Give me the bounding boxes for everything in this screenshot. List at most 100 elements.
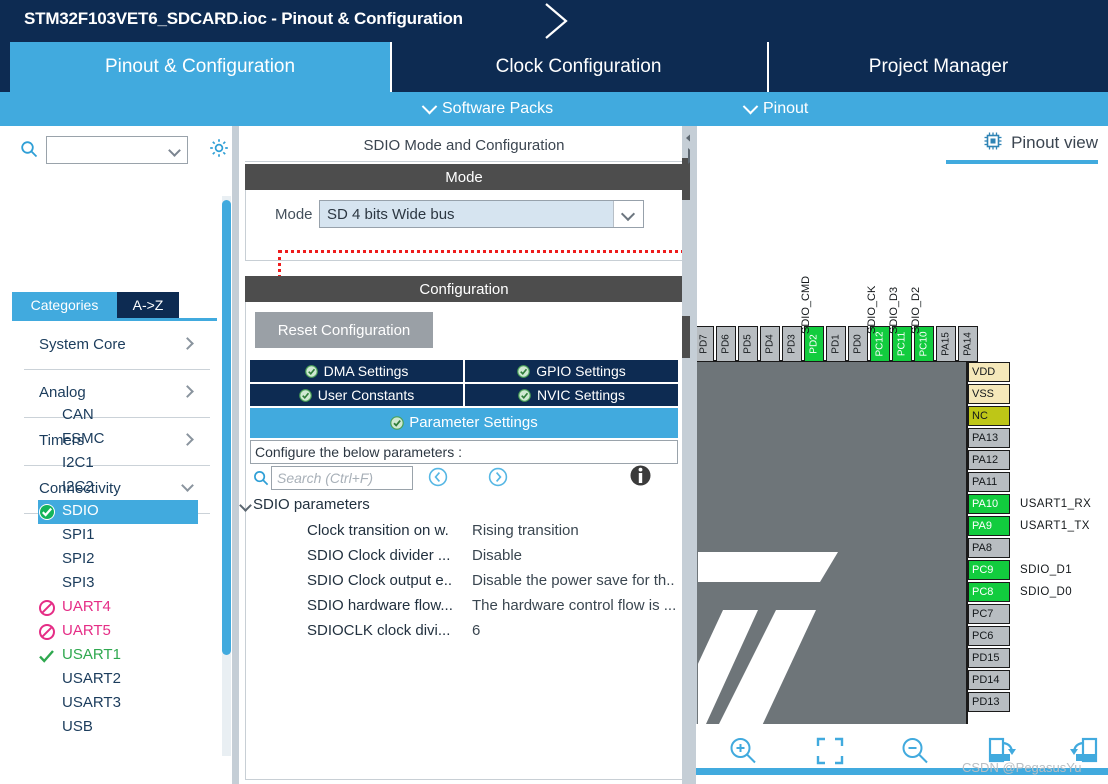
pin-pa14[interactable]: PA14 [958, 326, 978, 362]
sidebar-item-i2c1[interactable]: I2C1 [38, 452, 198, 476]
pin-pd1[interactable]: PD1 [826, 326, 846, 362]
pin-pd13[interactable]: PD13 [968, 692, 1010, 712]
sidebar-item-usart3[interactable]: USART3 [38, 692, 198, 716]
chevron-down-icon[interactable] [613, 201, 643, 227]
menu-pinout[interactable]: Pinout [742, 92, 809, 126]
pin-label: PC12 [874, 331, 886, 357]
pin-pa10[interactable]: PA10 [968, 494, 1010, 514]
pin-pa12[interactable]: PA12 [968, 450, 1010, 470]
tab-label: Pinout & Configuration [104, 56, 296, 77]
parameter-row[interactable]: SDIO Clock output e.. Disable the power … [307, 570, 677, 595]
pin-pd4[interactable]: PD4 [760, 326, 780, 362]
sidebar-item-sdio[interactable]: SDIO [38, 500, 198, 524]
pin-pd5[interactable]: PD5 [738, 326, 758, 362]
pin-label: PD1 [830, 334, 842, 354]
category-system-core[interactable]: System Core [24, 322, 210, 370]
tabs-underline [12, 318, 217, 321]
zoom-in-icon[interactable] [726, 734, 760, 768]
search-icon [253, 470, 269, 486]
tab-dma-settings[interactable]: DMA Settings [250, 360, 463, 382]
pin-pa13[interactable]: PA13 [968, 428, 1010, 448]
tab-a-to-z[interactable]: A->Z [117, 292, 179, 318]
pin-label: PC11 [896, 331, 908, 357]
pin-nc[interactable]: NC [968, 406, 1010, 426]
parameter-row[interactable]: SDIO hardware flow... The hardware contr… [307, 595, 677, 620]
pin-label: NC [972, 410, 988, 422]
pin-label: PD13 [972, 696, 1000, 708]
watermark: CSDN @PegasusYu [962, 760, 1082, 775]
pinout-toolbar [696, 724, 1108, 784]
pin-pd3[interactable]: PD3 [782, 326, 802, 362]
sidebar-item-uart4[interactable]: UART4 [38, 596, 198, 620]
sidebar-scrollbar-thumb[interactable] [222, 200, 231, 655]
parameter-row[interactable]: Clock transition on w. Rising transition [307, 520, 677, 545]
sidebar-item-usart1[interactable]: USART1 [38, 644, 198, 668]
chevron-right-icon [540, 0, 588, 42]
pin-label: PD5 [742, 334, 754, 354]
parameter-value: Rising transition [472, 522, 579, 539]
parameter-search-input[interactable]: Search (Ctrl+F) [271, 466, 413, 490]
pin-pc6[interactable]: PC6 [968, 626, 1010, 646]
reset-configuration-button[interactable]: Reset Configuration [255, 312, 433, 348]
pin-vdd[interactable]: VDD [968, 362, 1010, 382]
menu-label: Pinout [763, 100, 809, 117]
parameter-value: Disable [472, 547, 523, 564]
peripheral-sidebar: Categories A->Z System Core Analog Timer… [0, 126, 238, 784]
pin-label: VSS [972, 388, 995, 400]
menu-software-packs[interactable]: Software Packs [421, 92, 553, 126]
pin-pa15[interactable]: PA15 [936, 326, 956, 362]
pin-pa11[interactable]: PA11 [968, 472, 1010, 492]
pin-pd14[interactable]: PD14 [968, 670, 1010, 690]
next-circle-icon[interactable] [487, 466, 509, 488]
pin-label: PD15 [972, 652, 1000, 664]
parameter-row[interactable]: SDIO Clock divider ... Disable [307, 545, 677, 570]
pin-pd15[interactable]: PD15 [968, 648, 1010, 668]
pin-pc8[interactable]: PC8 [968, 582, 1010, 602]
pin-vss[interactable]: VSS [968, 384, 1010, 404]
tab-user-constants[interactable]: User Constants [250, 384, 463, 406]
chip-icon [983, 131, 1003, 156]
pin-pa8[interactable]: PA8 [968, 538, 1010, 558]
sidebar-item-spi3[interactable]: SPI3 [38, 572, 198, 596]
tab-gpio-settings[interactable]: GPIO Settings [465, 360, 678, 382]
tab-pinout-configuration[interactable]: Pinout & Configuration [10, 42, 390, 92]
pin-pd0[interactable]: PD0 [848, 326, 868, 362]
fit-icon[interactable] [813, 734, 847, 768]
pin-pd6[interactable]: PD6 [716, 326, 736, 362]
mode-dropdown[interactable]: SD 4 bits Wide bus [319, 200, 644, 228]
sidebar-item-spi1[interactable]: SPI1 [38, 524, 198, 548]
sidebar-item-can[interactable]: CAN [38, 404, 198, 428]
mcu-chip-body[interactable] [696, 360, 968, 784]
pin-pc9[interactable]: PC9 [968, 560, 1010, 580]
sidebar-item-fsmc[interactable]: FSMC [38, 428, 198, 452]
pin-pc7[interactable]: PC7 [968, 604, 1010, 624]
pin-pd7[interactable]: PD7 [696, 326, 714, 362]
tab-nvic-settings[interactable]: NVIC Settings [465, 384, 678, 406]
tab-categories[interactable]: Categories [12, 292, 117, 318]
search-input[interactable] [46, 136, 188, 164]
tab-label: Clock Configuration [495, 56, 662, 77]
configuration-panel: SDIO Mode and Configuration Mode Mode SD… [239, 126, 692, 784]
parameter-value: The hardware control flow is ... [472, 597, 677, 614]
pin-pa9[interactable]: PA9 [968, 516, 1010, 536]
sidebar-item-uart5[interactable]: UART5 [38, 620, 198, 644]
sidebar-item-i2c2[interactable]: I2C2 [38, 476, 198, 500]
tab-label: Parameter Settings [409, 413, 538, 431]
tab-pinout-view[interactable]: Pinout view [983, 128, 1098, 158]
sidebar-item-usart2[interactable]: USART2 [38, 668, 198, 692]
info-icon[interactable] [629, 464, 652, 487]
check-circle-icon [304, 364, 318, 378]
check-circle-icon [298, 388, 312, 402]
prev-circle-icon[interactable] [427, 466, 449, 488]
gear-icon[interactable] [208, 137, 230, 159]
parameter-row[interactable]: SDIOCLK clock divi... 6 [307, 620, 677, 645]
sidebar-item-usb[interactable]: USB [38, 716, 198, 740]
tab-project-manager[interactable]: Project Manager [767, 42, 1108, 92]
sidebar-item-spi2[interactable]: SPI2 [38, 548, 198, 572]
zoom-out-icon[interactable] [898, 734, 932, 768]
tab-label: A->Z [132, 297, 164, 313]
tab-parameter-settings[interactable]: Parameter Settings [250, 408, 678, 436]
parameter-group-header[interactable]: SDIO parameters [239, 496, 370, 513]
parameter-tab-underline [250, 436, 678, 438]
tab-clock-configuration[interactable]: Clock Configuration [390, 42, 765, 92]
